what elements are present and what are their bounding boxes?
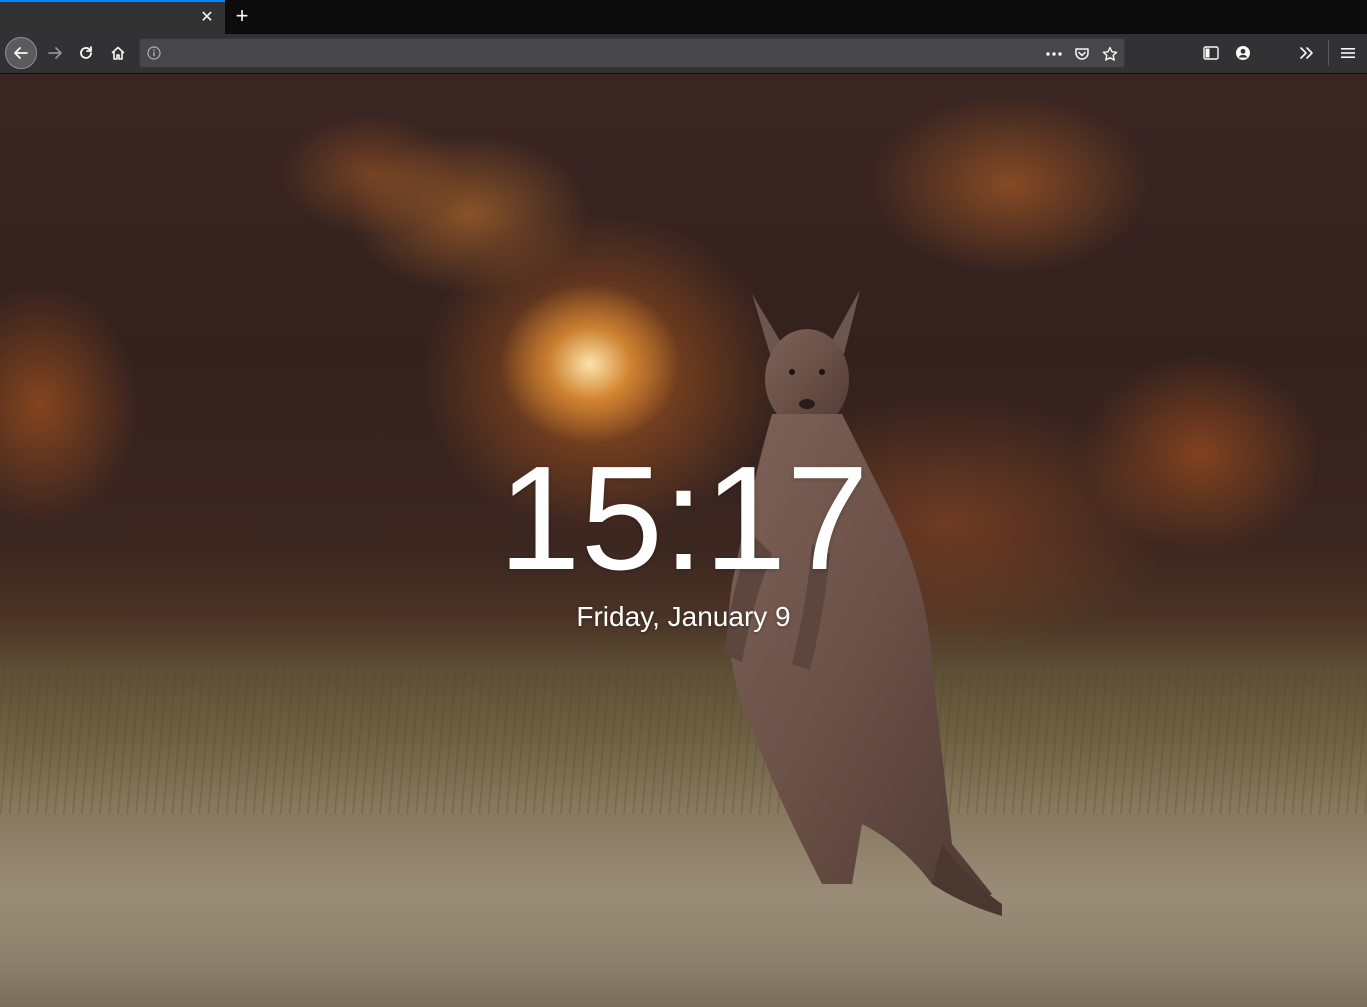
overflow-button[interactable] [1292, 38, 1322, 68]
info-icon[interactable] [145, 44, 163, 62]
account-icon [1236, 46, 1250, 60]
tab-strip: ✕ + [0, 0, 1367, 34]
double-chevron-right-icon [1300, 47, 1313, 59]
reload-button[interactable] [71, 38, 101, 68]
sidebar-icon [1203, 46, 1219, 60]
plus-icon[interactable]: + [230, 5, 254, 29]
ellipsis-icon[interactable] [1044, 44, 1064, 64]
clock-date: Friday, January 9 [576, 601, 791, 632]
grass-field [0, 634, 1367, 814]
home-icon [111, 46, 125, 60]
forward-button[interactable] [40, 38, 70, 68]
url-bar[interactable] [139, 38, 1125, 68]
account-button[interactable] [1228, 38, 1258, 68]
navigation-toolbar [0, 34, 1367, 74]
arrow-right-icon [48, 47, 62, 59]
hamburger-menu-icon [1341, 48, 1355, 58]
star-icon[interactable] [1100, 44, 1120, 64]
arrow-left-icon [14, 47, 28, 59]
clock-time: 15:17 [498, 436, 869, 601]
menu-button[interactable] [1333, 38, 1363, 68]
back-button[interactable] [5, 37, 37, 69]
newtab-background-photo: 15:17 Friday, January 9 [0, 74, 1367, 1007]
reload-icon [80, 46, 92, 59]
url-input[interactable] [170, 43, 1034, 65]
pocket-icon[interactable] [1072, 44, 1092, 64]
sidebar-button[interactable] [1196, 38, 1226, 68]
tab-active[interactable]: ✕ [0, 0, 225, 34]
toolbar-divider [1328, 40, 1329, 66]
close-icon[interactable]: ✕ [197, 8, 217, 28]
home-button[interactable] [103, 38, 133, 68]
